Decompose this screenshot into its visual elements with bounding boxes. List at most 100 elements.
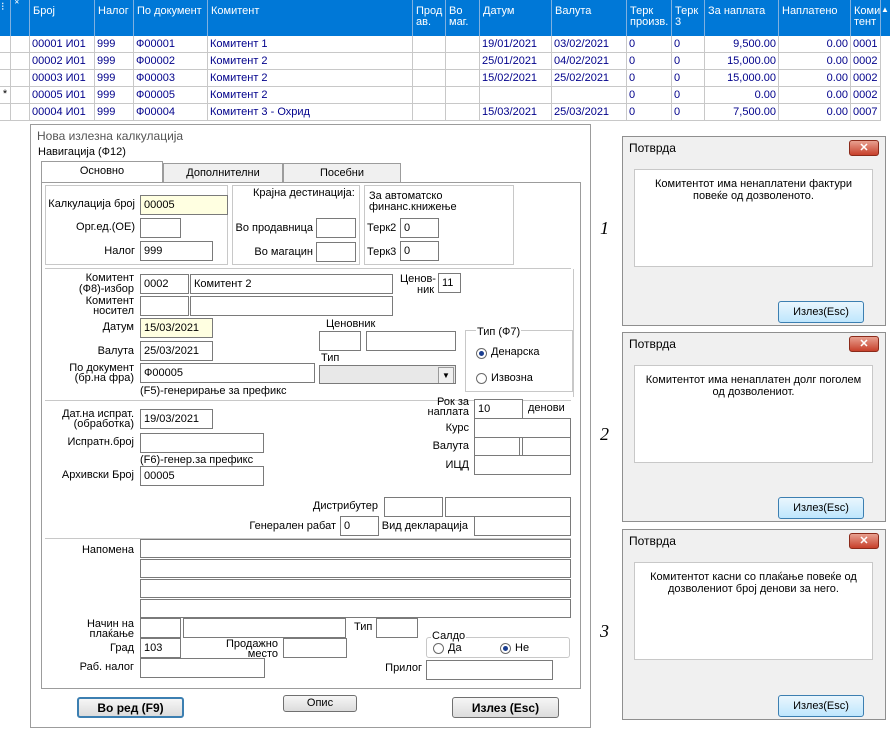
valuta2-ime-field[interactable] bbox=[522, 437, 571, 457]
vo-red-button[interactable]: Во ред (F9) bbox=[77, 697, 184, 718]
cell-za-naplata[interactable]: 0.00 bbox=[705, 87, 779, 104]
napomena-line-3[interactable] bbox=[140, 579, 571, 598]
cell-terk3[interactable]: 0 bbox=[672, 70, 705, 87]
cell-naplateno[interactable]: 0.00 bbox=[779, 36, 851, 53]
col-header-terk3[interactable]: Терк 3 bbox=[672, 0, 705, 36]
tip-dropdown[interactable]: ▼ bbox=[319, 365, 456, 384]
prilog-field[interactable] bbox=[426, 660, 553, 680]
cell-nalog[interactable]: 999 bbox=[95, 70, 134, 87]
cell-empty[interactable] bbox=[11, 53, 30, 70]
cell-dokument[interactable]: Ф00004 bbox=[134, 104, 208, 121]
cell-za-naplata[interactable]: 7,500.00 bbox=[705, 104, 779, 121]
cenovnik-ime-field[interactable] bbox=[366, 331, 456, 351]
cell-indicator[interactable] bbox=[0, 70, 11, 87]
col-header-nalog[interactable]: Налог bbox=[95, 0, 134, 36]
table-row[interactable]: 00004 И01 999 Ф00004 Комитент 3 - Охрид 15/0… bbox=[0, 104, 890, 121]
cell-empty[interactable] bbox=[11, 87, 30, 104]
arhivski-field[interactable]: 00005 bbox=[140, 466, 264, 486]
cell-nalog[interactable]: 999 bbox=[95, 36, 134, 53]
cell-komitent[interactable]: Комитент 1 bbox=[208, 36, 413, 53]
table-row[interactable]: 00002 И01 999 Ф00002 Комитент 2 25/01/2021 04… bbox=[0, 53, 890, 70]
valuta2-kod-field[interactable] bbox=[474, 437, 520, 457]
cell-empty[interactable] bbox=[446, 104, 480, 121]
dat-isprat-field[interactable]: 19/03/2021 bbox=[140, 409, 213, 429]
nositel-ime-field[interactable] bbox=[190, 296, 393, 316]
cell-naplateno[interactable]: 0.00 bbox=[779, 70, 851, 87]
grid-sort-indicator[interactable]: ˟ bbox=[11, 0, 30, 36]
cell-valuta[interactable] bbox=[552, 87, 627, 104]
dialog-izlez-button[interactable]: Излез(Esc) bbox=[778, 497, 864, 519]
terk3-field[interactable]: 0 bbox=[400, 241, 439, 261]
nalog-field[interactable]: 999 bbox=[140, 241, 213, 261]
col-header-dokument[interactable]: По документ bbox=[134, 0, 208, 36]
deklaracija-field[interactable] bbox=[474, 516, 571, 536]
cell-datum[interactable]: 15/03/2021 bbox=[480, 104, 552, 121]
cell-komitent-kod[interactable]: 0002 bbox=[851, 53, 881, 70]
cell-terk1[interactable]: 0 bbox=[627, 53, 672, 70]
cell-komitent-kod[interactable]: 0002 bbox=[851, 70, 881, 87]
rabat-field[interactable]: 0 bbox=[340, 516, 379, 536]
col-header-broj[interactable]: Број bbox=[30, 0, 95, 36]
close-icon[interactable]: ✕ bbox=[849, 533, 879, 549]
col-header-datum[interactable]: Датум bbox=[480, 0, 552, 36]
grad-field[interactable]: 103 bbox=[140, 638, 181, 658]
tab-posebni[interactable]: Посебни bbox=[283, 163, 401, 183]
radio-denarska[interactable] bbox=[476, 348, 487, 359]
napomena-line-1[interactable] bbox=[140, 539, 571, 558]
cell-komitent[interactable]: Комитент 3 - Охрид bbox=[208, 104, 413, 121]
cell-broj[interactable]: 00002 И01 bbox=[30, 53, 95, 70]
prodazno-field[interactable] bbox=[283, 638, 347, 658]
radio-saldo-ne[interactable] bbox=[500, 643, 511, 654]
valuta-field[interactable]: 25/03/2021 bbox=[140, 341, 213, 361]
cell-indicator[interactable] bbox=[0, 104, 11, 121]
table-row[interactable]: * 00005 И01 999 Ф00005 Комитент 2 0 0 0.00 0.00 0… bbox=[0, 87, 890, 104]
terk2-field[interactable]: 0 bbox=[400, 218, 439, 238]
cell-empty[interactable] bbox=[446, 53, 480, 70]
col-header-valuta[interactable]: Валута bbox=[552, 0, 627, 36]
cell-nalog[interactable]: 999 bbox=[95, 87, 134, 104]
cell-empty[interactable] bbox=[413, 87, 446, 104]
cell-za-naplata[interactable]: 15,000.00 bbox=[705, 53, 779, 70]
cell-valuta[interactable]: 25/03/2021 bbox=[552, 104, 627, 121]
po-dokument-field[interactable]: Ф00005 bbox=[140, 363, 315, 383]
cell-komitent-kod[interactable]: 0002 bbox=[851, 87, 881, 104]
dialog-izlez-button[interactable]: Излез(Esc) bbox=[778, 695, 864, 717]
cell-komitent[interactable]: Комитент 2 bbox=[208, 70, 413, 87]
distributer-kod-field[interactable] bbox=[384, 497, 443, 517]
col-header-terk-proizv[interactable]: Терк произв. bbox=[627, 0, 672, 36]
cell-naplateno[interactable]: 0.00 bbox=[779, 53, 851, 70]
cell-dokument[interactable]: Ф00001 bbox=[134, 36, 208, 53]
cell-datum[interactable]: 19/01/2021 bbox=[480, 36, 552, 53]
col-header-komitent[interactable]: Комитент bbox=[208, 0, 413, 36]
icd-field[interactable] bbox=[474, 455, 571, 475]
cell-empty[interactable] bbox=[413, 53, 446, 70]
cell-empty[interactable] bbox=[413, 70, 446, 87]
cenovnik-short-field[interactable]: 11 bbox=[438, 273, 461, 293]
cell-indicator[interactable]: * bbox=[0, 87, 11, 104]
dialog-izlez-button[interactable]: Излез(Esc) bbox=[778, 301, 864, 323]
col-header-prodav[interactable]: Прод ав. bbox=[413, 0, 446, 36]
cell-naplateno[interactable]: 0.00 bbox=[779, 104, 851, 121]
close-icon[interactable]: ✕ bbox=[849, 140, 879, 156]
cell-datum[interactable]: 15/02/2021 bbox=[480, 70, 552, 87]
kalk-broj-field[interactable]: 00005 bbox=[140, 195, 228, 215]
col-header-za-naplata[interactable]: За наплата bbox=[705, 0, 779, 36]
cell-empty[interactable] bbox=[413, 104, 446, 121]
cell-empty[interactable] bbox=[446, 87, 480, 104]
chevron-down-icon[interactable]: ▼ bbox=[438, 367, 454, 383]
cell-komitent-kod[interactable]: 0007 bbox=[851, 104, 881, 121]
cell-dokument[interactable]: Ф00002 bbox=[134, 53, 208, 70]
cell-broj[interactable]: 00001 И01 bbox=[30, 36, 95, 53]
opis-button[interactable]: Опис bbox=[283, 695, 357, 712]
close-icon[interactable]: ✕ bbox=[849, 336, 879, 352]
cell-dokument[interactable]: Ф00003 bbox=[134, 70, 208, 87]
grid-corner[interactable]: ⁝ bbox=[0, 0, 11, 36]
cell-terk1[interactable]: 0 bbox=[627, 70, 672, 87]
napomena-line-2[interactable] bbox=[140, 559, 571, 578]
cell-broj[interactable]: 00003 И01 bbox=[30, 70, 95, 87]
cenovnik-kod-field[interactable] bbox=[319, 331, 361, 351]
radio-izvozna[interactable] bbox=[476, 373, 487, 384]
datum-field[interactable]: 15/03/2021 bbox=[140, 318, 213, 338]
cell-empty[interactable] bbox=[446, 70, 480, 87]
cell-za-naplata[interactable]: 15,000.00 bbox=[705, 70, 779, 87]
